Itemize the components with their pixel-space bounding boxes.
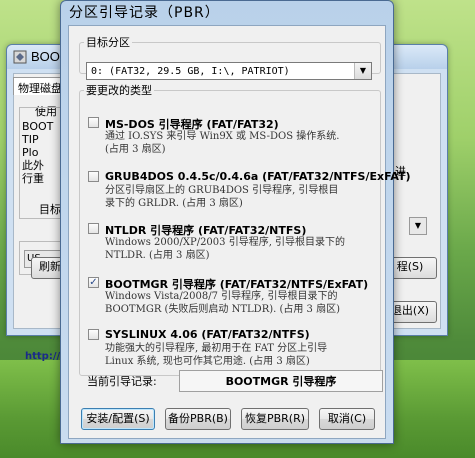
bg-dropdown-arrow-icon[interactable]: ▼ [409, 217, 427, 235]
option-desc-line: 功能强大的引导程序, 最初用于在 FAT 分区上引导 [105, 343, 328, 354]
option-desc-line: Windows 2000/XP/2003 引导程序, 引导根目录下的 [105, 237, 346, 248]
option-description: Windows Vista/2008/7 引导程序, 引导根目录下的 BOOTM… [105, 290, 377, 316]
option-title: GRUB4DOS 0.4.5c/0.4.6a (FAT/FAT32/NTFS/E… [105, 170, 411, 183]
option-desc-line: Windows Vista/2008/7 引导程序, 引导根目录下的 [105, 291, 338, 302]
app-icon [13, 50, 27, 64]
restore-pbr-button[interactable]: 恢复PBR(R) [241, 408, 309, 430]
backup-pbr-button[interactable]: 备份PBR(B) [165, 408, 231, 430]
option-checkbox[interactable] [88, 117, 99, 128]
target-partition-select[interactable]: 0: (FAT32, 29.5 GB, I:\, PATRIOT) ▼ [86, 62, 372, 80]
target-partition-group: 目标分区 0: (FAT32, 29.5 GB, I:\, PATRIOT) ▼ [79, 34, 381, 80]
target-partition-label: 目标分区 [86, 36, 130, 49]
option-checkbox-checked[interactable]: ✓ [88, 277, 99, 288]
cancel-button[interactable]: 取消(C) [319, 408, 375, 430]
option-description: 功能强大的引导程序, 最初用于在 FAT 分区上引导 Linux 系统, 现也可… [105, 342, 377, 368]
boot-type-label: 要更改的类型 [86, 84, 152, 97]
chevron-down-icon[interactable]: ▼ [354, 63, 371, 79]
current-boot-record-value: BOOTMGR 引导程序 [179, 370, 383, 392]
target-partition-value: 0: (FAT32, 29.5 GB, I:\, PATRIOT) [91, 66, 290, 77]
option-checkbox[interactable] [88, 329, 99, 340]
option-desc-line: 分区引导扇区上的 GRUB4DOS 引导程序, 引导根目 [105, 185, 339, 196]
pbr-dialog: 分区引导记录（PBR） 目标分区 0: (FAT32, 29.5 GB, I:\… [60, 0, 411, 444]
option-description: 通过 IO.SYS 来引导 Win9X 或 MS-DOS 操作系统. (占用 3… [105, 130, 377, 156]
current-boot-record-label: 当前引导记录: [87, 375, 157, 388]
dialog-title: 分区引导记录（PBR） [69, 5, 220, 21]
option-title: SYSLINUX 4.06 (FAT/FAT32/NTFS) [105, 328, 310, 341]
option-checkbox[interactable] [88, 223, 99, 234]
install-button[interactable]: 安装/配置(S) [81, 408, 155, 430]
option-desc-line: 通过 IO.SYS 来引导 Win9X 或 MS-DOS 操作系统. [105, 131, 340, 142]
option-checkbox[interactable] [88, 171, 99, 182]
dialog-body: 目标分区 0: (FAT32, 29.5 GB, I:\, PATRIOT) ▼… [68, 25, 411, 439]
option-desc-line: (占用 3 扇区) [105, 144, 166, 155]
option-description: 分区引导扇区上的 GRUB4DOS 引导程序, 引导根目 录下的 GRLDR. … [105, 184, 377, 210]
option-desc-line: NTLDR. (占用 3 扇区) [105, 250, 210, 261]
current-boot-record-row: 当前引导记录: BOOTMGR 引导程序 [87, 370, 387, 392]
boot-type-group: 要更改的类型 MS-DOS 引导程序 (FAT/FAT32) 通过 IO.SYS… [79, 82, 411, 376]
option-desc-line: BOOTMGR (失败后则启动 NTLDR). (占用 3 扇区) [105, 304, 341, 315]
option-desc-line: 录下的 GRLDR. (占用 3 扇区) [105, 198, 243, 209]
option-description: Windows 2000/XP/2003 引导程序, 引导根目录下的 NTLDR… [105, 236, 377, 262]
option-desc-line: Linux 系统, 现也可作其它用途. (占用 3 扇区) [105, 356, 310, 367]
